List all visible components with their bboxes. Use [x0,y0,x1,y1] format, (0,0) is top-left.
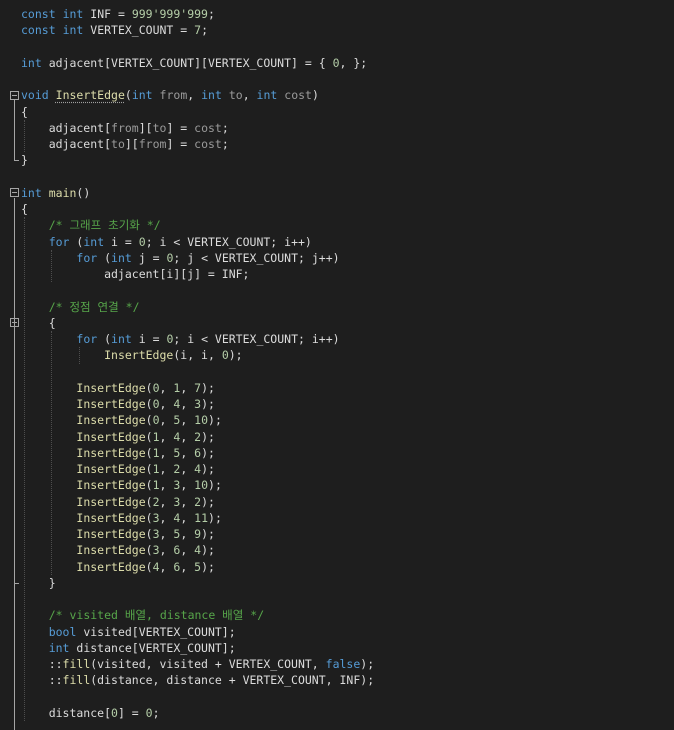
fold-range-line [14,100,15,161]
code-line[interactable]: InsertEdge(3, 6, 4); [0,542,674,558]
code-line[interactable]: { [0,201,674,217]
code-line[interactable]: int main() [0,185,674,201]
collapse-icon[interactable] [10,90,19,100]
code-line[interactable]: /* visited 배열, distance 배열 */ [0,607,674,623]
code-line[interactable]: { [0,315,674,331]
code-line[interactable]: InsertEdge(1, 3, 10); [0,477,674,493]
code-text: int adjacent[VERTEX_COUNT][VERTEX_COUNT]… [21,55,368,70]
code-line[interactable]: /* 정점 연결 */ [0,299,674,315]
code-text: { [21,315,56,330]
code-line[interactable]: int distance[VERTEX_COUNT]; [0,640,674,656]
code-line[interactable]: InsertEdge(3, 4, 11); [0,510,674,526]
code-line[interactable]: for (int j = 0; j < VERTEX_COUNT; j++) [0,250,674,266]
code-text: int main() [21,185,91,200]
indent-guide [51,249,52,283]
code-line[interactable]: adjacent[to][from] = cost; [0,136,674,152]
code-text: ::fill(distance, distance + VERTEX_COUNT… [21,673,375,688]
code-line[interactable]: { [0,104,674,120]
code-line[interactable]: const int VERTEX_COUNT = 7; [0,22,674,38]
code-text: adjacent[i][j] = INF; [21,267,250,281]
code-line[interactable] [0,282,674,298]
code-line[interactable]: distance[0] = 0; [0,705,674,721]
code-text: int distance[VERTEX_COUNT]; [48,640,236,655]
code-line[interactable]: adjacent[i][j] = INF; [0,266,674,282]
code-text: { [21,104,28,119]
code-line[interactable] [0,169,674,185]
code-line[interactable]: int adjacent[VERTEX_COUNT][VERTEX_COUNT]… [0,55,674,71]
fold-range-end [14,160,19,162]
code-line[interactable]: InsertEdge(0, 1, 7); [0,380,674,396]
code-text: bool visited[VERTEX_COUNT]; [48,624,236,639]
code-text: const int VERTEX_COUNT = 7; [21,23,208,38]
code-line[interactable] [0,364,674,380]
code-line[interactable]: } [0,152,674,168]
code-line[interactable]: InsertEdge(0, 5, 10); [0,412,674,428]
code-line[interactable] [0,39,674,55]
indent-guide [51,331,52,575]
code-text: adjacent[from][to] = cost; [21,120,229,135]
code-line[interactable]: bool visited[VERTEX_COUNT]; [0,624,674,640]
code-text: adjacent[to][from] = cost; [21,137,229,151]
code-text: } [21,575,56,590]
code-line[interactable]: InsertEdge(1, 5, 6); [0,445,674,461]
code-text: distance[0] = 0; [21,705,160,720]
indent-guide [24,217,25,721]
code-text: for (int i = 0; i < VERTEX_COUNT; i++) [76,332,340,346]
code-text: /* 그래프 초기화 */ [48,218,161,233]
code-line[interactable]: InsertEdge(2, 3, 2); [0,494,674,510]
code-line[interactable]: ::fill(distance, distance + VERTEX_COUNT… [0,672,674,688]
code-text: const int INF = 999'999'999; [21,7,215,21]
code-line[interactable]: for (int i = 0; i < VERTEX_COUNT; i++) [0,234,674,250]
indent-guide [79,347,80,364]
code-line[interactable]: } [0,575,674,591]
code-text: for (int i = 0; i < VERTEX_COUNT; i++) [48,234,312,249]
code-text: /* visited 배열, distance 배열 */ [48,608,265,623]
code-text: InsertEdge(i, i, 0); [104,348,243,363]
code-text: { [21,202,28,216]
code-line[interactable]: void InsertEdge(int from, int to, int co… [0,87,674,103]
code-line[interactable] [0,71,674,87]
code-line[interactable]: InsertEdge(1, 2, 4); [0,461,674,477]
fold-range-end [14,582,19,584]
code-line[interactable]: ::fill(visited, visited + VERTEX_COUNT, … [0,656,674,672]
code-text: ::fill(visited, visited + VERTEX_COUNT, … [21,657,375,671]
fold-range-line [14,327,15,583]
code-line[interactable] [0,591,674,607]
code-text: for (int j = 0; j < VERTEX_COUNT; j++) [76,250,340,265]
code-line[interactable]: InsertEdge(1, 4, 2); [0,429,674,445]
collapse-icon[interactable] [10,188,19,198]
code-line[interactable]: InsertEdge(i, i, 0); [0,347,674,363]
code-line[interactable]: InsertEdge(0, 4, 3); [0,396,674,412]
code-line[interactable] [0,689,674,705]
code-line[interactable]: InsertEdge(4, 6, 5); [0,559,674,575]
code-line[interactable]: const int INF = 999'999'999; [0,6,674,22]
code-line[interactable]: /* 그래프 초기화 */ [0,217,674,233]
code-line[interactable]: for (int i = 0; i < VERTEX_COUNT; i++) [0,331,674,347]
code-text: } [21,153,28,168]
code-text: /* 정점 연결 */ [48,299,140,314]
code-line[interactable]: adjacent[from][to] = cost; [0,120,674,136]
indent-guide [24,119,25,153]
code-line[interactable]: InsertEdge(3, 5, 9); [0,526,674,542]
code-editor[interactable]: const int INF = 999'999'999; const int VE… [0,0,674,730]
code-text: void InsertEdge(int from, int to, int co… [21,88,319,103]
